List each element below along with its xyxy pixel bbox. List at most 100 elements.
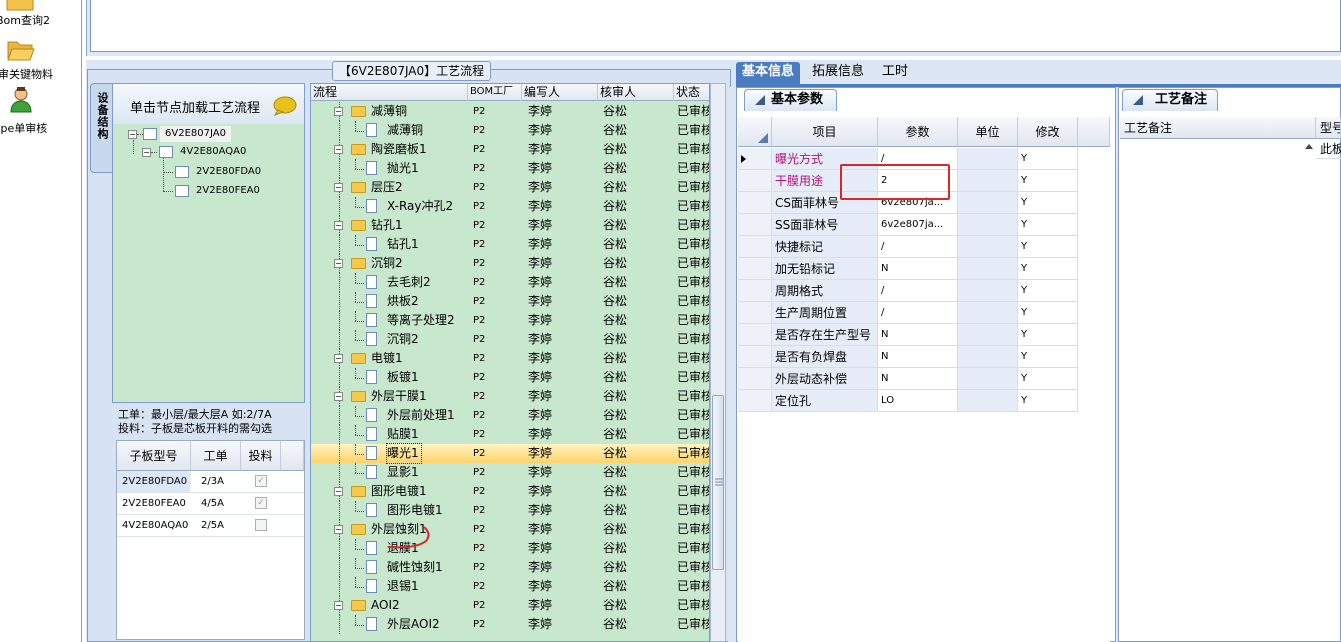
column-header[interactable]: 状态	[674, 84, 709, 101]
process-group-row[interactable]: − 外层干膜1 P2 李婷 谷松 已审核	[311, 387, 709, 406]
param-value-cell[interactable]: 6v2e807ja...	[878, 214, 958, 236]
row-selector[interactable]	[738, 302, 772, 324]
feed-checkbox[interactable]	[255, 519, 267, 531]
column-header[interactable]: 工艺备注	[1120, 117, 1316, 139]
row-selector[interactable]	[738, 148, 772, 170]
launcher-item-key-material[interactable]: 审关键物料	[0, 66, 78, 82]
tree-collapse-toggle[interactable]: −	[128, 130, 137, 139]
process-step-row[interactable]: 烘板2 P2 李婷 谷松 已审核	[311, 292, 709, 311]
param-value-cell[interactable]: N	[878, 368, 958, 390]
column-header[interactable]: 编写人	[522, 84, 598, 101]
process-group-row[interactable]: − 陶瓷磨板1 P2 李婷 谷松 已审核	[311, 140, 709, 159]
row-selector[interactable]	[738, 170, 772, 192]
expand-toggle[interactable]: −	[334, 525, 343, 534]
process-step-row[interactable]: 碱性蚀刻1 P2 李婷 谷松 已审核	[311, 558, 709, 577]
folder-icon[interactable]	[5, 0, 35, 12]
expand-toggle[interactable]: −	[334, 487, 343, 496]
tab-basic-info[interactable]: 基本信息	[736, 62, 801, 84]
user-icon[interactable]	[8, 86, 38, 113]
process-step-row[interactable]: 图形电镀1 P2 李婷 谷松 已审核	[311, 501, 709, 520]
process-step-row[interactable]: 抛光1 P2 李婷 谷松 已审核	[311, 159, 709, 178]
process-step-row[interactable]: 退锡1 P2 李婷 谷松 已审核	[311, 577, 709, 596]
param-row[interactable]: 生产周期位置 / Y	[738, 302, 1110, 324]
process-step-row[interactable]: 贴膜1 P2 李婷 谷松 已审核	[311, 425, 709, 444]
expand-toggle[interactable]: −	[334, 354, 343, 363]
column-header[interactable]: 型号	[1316, 117, 1341, 139]
process-group-row[interactable]: − 沉铜2 P2 李婷 谷松 已审核	[311, 254, 709, 273]
process-group-row[interactable]: − 减薄铜 P2 李婷 谷松 已审核	[311, 102, 709, 121]
tab-extended-info[interactable]: 拓展信息	[806, 62, 870, 84]
feed-checkbox[interactable]: ✓	[255, 497, 267, 509]
row-selector[interactable]	[738, 280, 772, 302]
expand-toggle[interactable]: −	[334, 392, 343, 401]
column-header[interactable]: 项目	[772, 117, 878, 147]
expand-toggle[interactable]: −	[334, 107, 343, 116]
param-row[interactable]: 加无铅标记 N Y	[738, 258, 1110, 280]
param-value-cell[interactable]: N	[878, 324, 958, 346]
table-row[interactable]: 2V2E80FEA0 4/5A ✓	[117, 493, 304, 515]
tree-collapse-toggle[interactable]: −	[142, 148, 151, 157]
process-step-row[interactable]: 退膜1 P2 李婷 谷松 已审核	[311, 539, 709, 558]
row-selector[interactable]	[738, 324, 772, 346]
process-step-row[interactable]: 显影1 P2 李婷 谷松 已审核	[311, 463, 709, 482]
param-value-cell[interactable]: /	[878, 280, 958, 302]
expand-toggle[interactable]: −	[334, 221, 343, 230]
process-group-row[interactable]: − 层压2 P2 李婷 谷松 已审核	[311, 178, 709, 197]
process-group-row[interactable]: − AOI2 P2 李婷 谷松 已审核	[311, 596, 709, 615]
param-row[interactable]: 是否存在生产型号 N Y	[738, 324, 1110, 346]
param-value-cell[interactable]: N	[878, 346, 958, 368]
param-row[interactable]: 快捷标记 / Y	[738, 236, 1110, 258]
expand-toggle[interactable]: −	[334, 183, 343, 192]
launcher-item-bom[interactable]: Bom查询2	[0, 12, 76, 28]
tree-node-level2[interactable]: 2V2E80FEA0	[196, 183, 260, 199]
process-step-row[interactable]: 曝光1 P2 李婷 谷松 已审核	[311, 443, 709, 464]
column-header[interactable]: 修改	[1018, 117, 1078, 147]
param-row[interactable]: 外层动态补偿 N Y	[738, 368, 1110, 390]
process-group-row[interactable]: − 钻孔1 P2 李婷 谷松 已审核	[311, 216, 709, 235]
column-header[interactable]: 子板型号	[117, 441, 191, 471]
param-row[interactable]: SS面菲林号 6v2e807ja... Y	[738, 214, 1110, 236]
tab-equipment-structure[interactable]: 设备结构	[90, 83, 112, 173]
table-row[interactable]: 4V2E80AQA0 2/5A	[117, 515, 304, 537]
process-step-row[interactable]: 钻孔1 P2 李婷 谷松 已审核	[311, 235, 709, 254]
param-row[interactable]: 定位孔 LO Y	[738, 390, 1110, 412]
tab-basic-params[interactable]: 基本参数	[744, 89, 837, 111]
column-header[interactable]: 单位	[958, 117, 1018, 147]
column-header[interactable]: BOM工厂	[468, 84, 522, 101]
row-selector[interactable]	[738, 192, 772, 214]
process-step-row[interactable]: 减薄铜 P2 李婷 谷松 已审核	[311, 121, 709, 140]
process-step-row[interactable]: X-Ray冲孔2 P2 李婷 谷松 已审核	[311, 197, 709, 216]
tab-work-hours[interactable]: 工时	[876, 62, 914, 84]
tab-process-notes[interactable]: 工艺备注	[1122, 89, 1218, 111]
folder-open-icon[interactable]	[6, 37, 36, 63]
column-header[interactable]: 流程	[311, 84, 468, 101]
expand-toggle[interactable]: −	[334, 601, 343, 610]
row-selector[interactable]	[738, 346, 772, 368]
panel-splitter[interactable]	[728, 87, 735, 642]
column-header[interactable]: 投料	[241, 441, 281, 471]
param-value-cell[interactable]: LO	[878, 390, 958, 412]
table-row[interactable]: 2V2E80FDA0 2/3A ✓	[117, 471, 304, 493]
process-group-row[interactable]: − 电镀1 P2 李婷 谷松 已审核	[311, 349, 709, 368]
process-step-row[interactable]: 外层前处理1 P2 李婷 谷松 已审核	[311, 406, 709, 425]
launcher-item-review[interactable]: ype单审核	[0, 120, 74, 136]
process-step-row[interactable]: 去毛刺2 P2 李婷 谷松 已审核	[311, 273, 709, 292]
scrollbar-thumb[interactable]	[712, 395, 724, 570]
expand-toggle[interactable]: −	[334, 145, 343, 154]
param-value-cell[interactable]: N	[878, 258, 958, 280]
scroll-up-icon[interactable]	[1305, 143, 1313, 151]
process-step-row[interactable]: 等离子处理2 P2 李婷 谷松 已审核	[311, 311, 709, 330]
row-selector[interactable]	[738, 368, 772, 390]
column-header[interactable]: 参数	[878, 117, 958, 147]
tree-node-level2[interactable]: 2V2E80FDA0	[196, 164, 261, 180]
param-row[interactable]: 周期格式 / Y	[738, 280, 1110, 302]
notes-model-cell[interactable]: 此板	[1316, 139, 1341, 159]
feed-checkbox[interactable]: ✓	[255, 475, 267, 487]
param-value-cell[interactable]: /	[878, 236, 958, 258]
process-step-row[interactable]: 沉铜2 P2 李婷 谷松 已审核	[311, 330, 709, 349]
tree-node-level1[interactable]: 4V2E80AQA0	[180, 144, 246, 160]
column-header[interactable]: 核审人	[598, 84, 674, 101]
row-selector[interactable]	[738, 258, 772, 280]
process-step-row[interactable]: 外层AOI2 P2 李婷 谷松 已审核	[311, 615, 709, 634]
param-value-cell[interactable]: /	[878, 302, 958, 324]
